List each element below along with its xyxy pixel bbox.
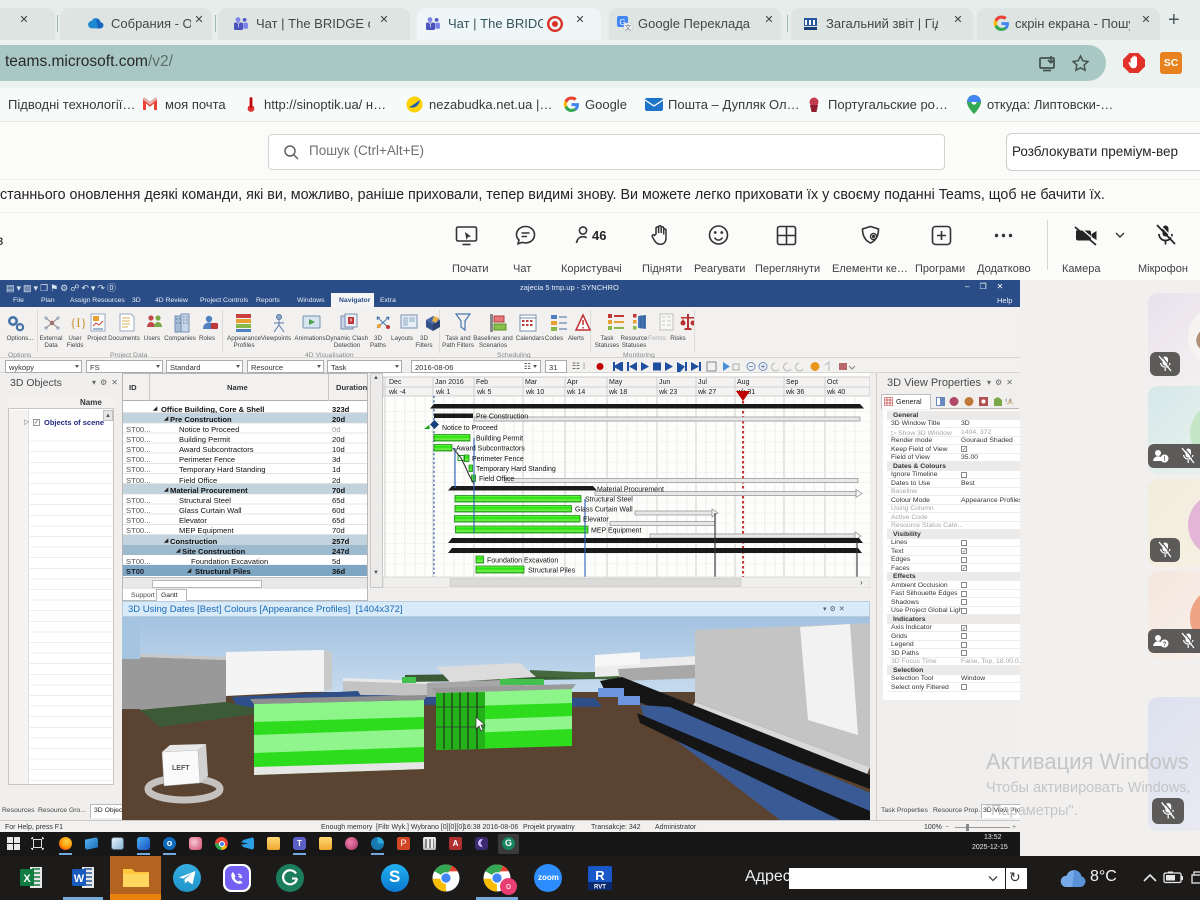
svg-text:RVT: RVT (594, 885, 606, 891)
svg-text:wk 14: wk 14 (566, 389, 585, 396)
svg-text:Glass Curtain Wall: Glass Curtain Wall (575, 507, 633, 514)
svg-text:Field Office: Field Office (479, 476, 514, 483)
svg-text:Aug: Aug (737, 379, 750, 386)
svg-text:wk 1: wk 1 (435, 389, 451, 396)
svg-text:wk 10: wk 10 (525, 389, 544, 396)
svg-text:wk 27: wk 27 (697, 389, 716, 396)
svg-text:wk -4: wk -4 (388, 389, 406, 396)
svg-text:Sep: Sep (786, 379, 799, 386)
svg-text:Mar: Mar (525, 379, 538, 386)
svg-text:Jul: Jul (698, 379, 707, 386)
svg-text:wk 23: wk 23 (658, 389, 677, 396)
svg-text:W: W (74, 873, 85, 885)
svg-text:Feb: Feb (476, 379, 488, 386)
svg-text:May: May (609, 379, 623, 386)
svg-text:X: X (23, 873, 31, 885)
svg-text:Building Permit: Building Permit (476, 436, 523, 443)
svg-text:MEP Equipment: MEP Equipment (591, 528, 642, 535)
svg-text:Dec: Dec (389, 379, 402, 386)
svg-text:wk 18: wk 18 (608, 389, 627, 396)
svg-text:?: ? (1163, 641, 1167, 648)
svg-text:Temporary Hard Standing: Temporary Hard Standing (476, 466, 556, 473)
svg-text:Award Subcontractors: Award Subcontractors (456, 446, 525, 453)
svg-text:Oct: Oct (827, 379, 838, 386)
svg-text:wk 5: wk 5 (476, 389, 492, 396)
svg-text:Structural Steel: Structural Steel (585, 497, 633, 504)
svg-text:wk 36: wk 36 (785, 389, 804, 396)
svg-text:!: ! (1163, 456, 1165, 463)
svg-text:Elevator: Elevator (583, 517, 609, 524)
svg-text:Structural Piles: Structural Piles (528, 568, 576, 575)
svg-text:Material Procurement: Material Procurement (597, 487, 664, 494)
svg-text:Notice to Proceed: Notice to Proceed (442, 425, 498, 432)
svg-text:Jun: Jun (659, 379, 670, 386)
svg-text:Jan 2016: Jan 2016 (435, 379, 464, 386)
svg-text:Foundation Excavation: Foundation Excavation (487, 558, 558, 565)
svg-text:wk 40: wk 40 (826, 389, 845, 396)
svg-text:›: › (860, 578, 863, 587)
svg-text:Pre Construction: Pre Construction (476, 414, 528, 421)
svg-text:Apr: Apr (567, 379, 579, 386)
svg-text:文: 文 (625, 22, 632, 31)
svg-text:LEFT: LEFT (172, 765, 190, 772)
svg-text:R: R (595, 868, 605, 883)
svg-text:Perimeter Fence: Perimeter Fence (472, 456, 524, 463)
svg-text:{I}: {I} (70, 315, 87, 330)
